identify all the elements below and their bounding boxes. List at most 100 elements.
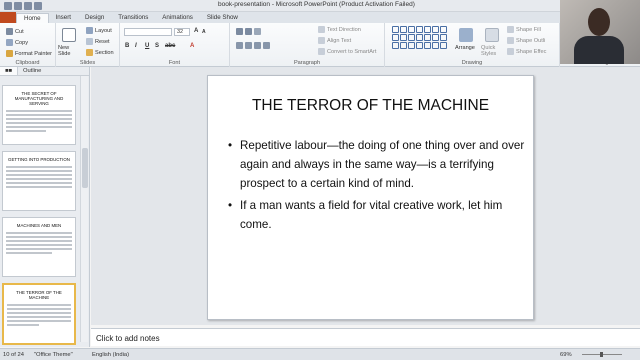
quick-styles-icon[interactable]	[485, 28, 499, 42]
reset-button[interactable]: Reset	[86, 38, 110, 45]
section-button[interactable]: Section	[86, 49, 114, 56]
font-label: Font	[168, 60, 181, 66]
bullet-item[interactable]: • Repetitive labour—the doing of one thin…	[226, 136, 526, 193]
zoom-slider-handle[interactable]	[600, 352, 603, 357]
slide-counter: 10 of 24	[3, 352, 24, 358]
thumbnail-title: MACHINES AND MEN	[16, 223, 62, 228]
scissors-icon	[6, 28, 13, 35]
effects-icon	[507, 48, 514, 55]
undo-icon[interactable]	[24, 1, 32, 10]
font-color-button[interactable]: A	[190, 43, 194, 49]
drawing-group: Arrange Quick Styles Shape Fill Shape Ou…	[385, 23, 560, 67]
paragraph-group: Text Direction Align Text Convert to Sma…	[230, 23, 385, 67]
reset-icon	[86, 38, 93, 45]
quick-access-toolbar[interactable]	[4, 1, 42, 10]
text-direction-button[interactable]: Text Direction	[318, 26, 361, 33]
outline-icon	[507, 37, 514, 44]
clipboard-label: Clipboard	[15, 60, 40, 66]
panel-scrollbar[interactable]	[80, 76, 88, 342]
tab-slide-show[interactable]: Slide Show	[200, 13, 245, 23]
arrange-icon[interactable]	[459, 28, 473, 42]
copy-icon	[6, 39, 13, 46]
shapes-gallery[interactable]	[392, 26, 450, 56]
bullet-item[interactable]: • If a man wants a field for vital creati…	[226, 196, 526, 234]
presenter-body	[574, 36, 624, 64]
bullets-button[interactable]	[236, 28, 261, 35]
new-slide-icon[interactable]	[62, 28, 76, 42]
arrange-button[interactable]: Arrange	[455, 45, 475, 51]
bold-button[interactable]: B	[125, 43, 129, 49]
justify-icon	[263, 42, 270, 49]
notes-placeholder: Click to add notes	[96, 334, 160, 343]
file-tab[interactable]	[0, 12, 16, 23]
slide-thumbnail-selected[interactable]: THE TERROR OF THE MACHINE	[2, 283, 76, 345]
cut-button[interactable]: Cut	[6, 28, 24, 35]
zoom-level[interactable]: 69%	[560, 352, 572, 358]
thumbnail-title: THE SECRET OF MANUFACTURING AND SERVING	[14, 91, 64, 106]
font-size-combo[interactable]: 32	[174, 28, 190, 36]
paragraph-label: Paragraph	[293, 60, 321, 66]
section-icon	[86, 49, 93, 56]
align-right-icon	[254, 42, 261, 49]
window-title: book-presentation - Microsoft PowerPoint…	[218, 1, 415, 8]
slide-title[interactable]: THE TERROR OF THE MACHINE	[208, 97, 533, 115]
italic-button[interactable]: I	[135, 43, 137, 49]
zoom-slider[interactable]	[582, 352, 622, 357]
shape-outline-button[interactable]: Shape Outli	[507, 37, 545, 44]
bullet-dot-icon: •	[228, 199, 233, 212]
bullets-icon	[236, 28, 243, 35]
slides-panel: ■■ Outline THE SECRET OF MANUFACTURING A…	[0, 67, 90, 347]
layout-icon	[86, 27, 93, 34]
tab-animations[interactable]: Animations	[155, 13, 200, 23]
underline-button[interactable]: U	[145, 43, 149, 49]
language-indicator[interactable]: English (India)	[92, 352, 129, 358]
slide-canvas[interactable]: THE TERROR OF THE MACHINE • Repetitive la…	[207, 75, 534, 320]
format-painter-button[interactable]: Format Painter	[6, 50, 52, 57]
align-center-icon	[245, 42, 252, 49]
shrink-font-icon[interactable]: A	[202, 29, 206, 35]
slide-body[interactable]: • Repetitive labour—the doing of one thin…	[226, 136, 526, 237]
layout-button[interactable]: Layout	[86, 27, 112, 34]
tab-insert[interactable]: Insert	[49, 13, 78, 23]
align-text-icon	[318, 37, 325, 44]
font-group: 32 A A B I U S abc A Font	[120, 23, 230, 67]
save-icon[interactable]	[14, 1, 22, 10]
drawing-label: Drawing	[461, 60, 483, 66]
tab-outline[interactable]: Outline	[18, 67, 46, 75]
tab-home[interactable]: Home	[16, 13, 49, 23]
slide-thumbnail[interactable]: MACHINES AND MEN	[2, 217, 76, 277]
theme-name: "Office Theme"	[34, 352, 73, 358]
slide-thumbnail[interactable]: THE SECRET OF MANUFACTURING AND SERVING	[2, 85, 76, 145]
copy-button[interactable]: Copy	[6, 39, 28, 46]
numbering-icon	[245, 28, 252, 35]
tab-slides-thumbnails[interactable]: ■■	[0, 67, 19, 75]
ribbon-tab-bar: Home Insert Design Transitions Animation…	[0, 12, 640, 23]
slides-label: Slides	[79, 60, 96, 66]
status-bar: 10 of 24 "Office Theme" English (India) …	[0, 348, 640, 360]
notes-pane[interactable]: Click to add notes	[91, 328, 640, 346]
strikethrough-button[interactable]: abc	[165, 43, 175, 49]
slides-group: New Slide Layout Reset Section Slides	[56, 23, 120, 67]
quick-styles-button[interactable]: Quick Styles	[481, 45, 503, 57]
align-buttons[interactable]	[236, 42, 270, 49]
tab-transitions[interactable]: Transitions	[111, 13, 155, 23]
shadow-button[interactable]: S	[155, 43, 159, 49]
grow-font-icon[interactable]: A	[194, 28, 198, 34]
shape-effects-button[interactable]: Shape Effec	[507, 48, 546, 55]
text-direction-icon	[318, 26, 325, 33]
scrollbar-thumb[interactable]	[82, 148, 88, 188]
thumbnail-title: GETTING INTO PRODUCTION	[8, 157, 70, 162]
align-text-button[interactable]: Align Text	[318, 37, 351, 44]
convert-smartart-button[interactable]: Convert to SmartArt	[318, 48, 376, 55]
new-slide-button[interactable]: New Slide	[58, 45, 82, 57]
thumbnail-title: THE TERROR OF THE MACHINE	[16, 290, 62, 300]
panel-tabs: ■■ Outline	[0, 67, 89, 76]
title-bar: book-presentation - Microsoft PowerPoint…	[0, 0, 640, 12]
shape-fill-button[interactable]: Shape Fill	[507, 26, 541, 33]
redo-icon[interactable]	[34, 1, 42, 10]
bullet-dot-icon: •	[228, 139, 233, 152]
tab-design[interactable]: Design	[78, 13, 111, 23]
slide-thumbnail[interactable]: GETTING INTO PRODUCTION	[2, 151, 76, 211]
webcam-overlay	[560, 0, 640, 64]
font-name-combo[interactable]	[124, 28, 172, 36]
